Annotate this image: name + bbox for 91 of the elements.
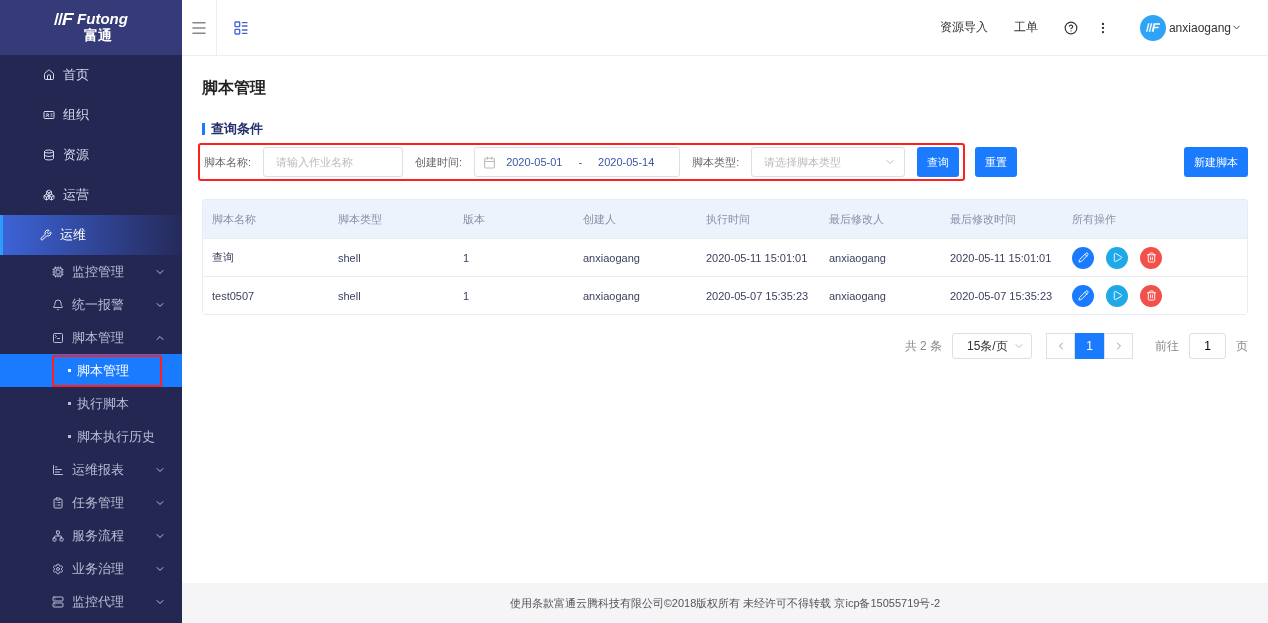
bell-icon <box>52 298 64 311</box>
field-label: 脚本类型: <box>692 154 740 170</box>
sidebar-item[interactable]: 业务治理 <box>0 552 182 585</box>
avatar[interactable] <box>1139 14 1166 41</box>
table-cell-text: 2020-05-07 15:35:23 <box>950 289 1054 302</box>
pencil-icon <box>1077 290 1089 301</box>
column-header: 创建人 <box>583 211 617 227</box>
table-cell-text: shell <box>338 289 362 302</box>
date-range-field[interactable]: 2020-05-01 - 2020-05-14 <box>474 147 681 177</box>
trash-icon <box>1145 290 1157 301</box>
logo-text: Futong <box>77 10 128 27</box>
table-cell-text: anxiaogang <box>583 251 641 264</box>
play-icon <box>1111 252 1123 263</box>
table-cell-text: shell <box>338 251 362 264</box>
play-icon <box>1111 290 1123 301</box>
column-header: 脚本类型 <box>338 211 383 227</box>
database-icon <box>43 149 55 161</box>
table-cell-text: 查询 <box>212 250 235 265</box>
sidebar-item[interactable]: 任务管理 <box>0 486 182 519</box>
settings-icon <box>52 562 64 575</box>
pencil-icon <box>1077 252 1089 263</box>
list-icon[interactable] <box>233 19 249 36</box>
boxes-icon <box>43 189 55 201</box>
sidebar-item[interactable]: 组织 <box>0 95 182 135</box>
sidebar-item[interactable]: 监控代理 <box>0 585 182 618</box>
home-icon <box>43 69 55 81</box>
header-link[interactable]: 资源导入 <box>939 19 988 36</box>
run-button[interactable] <box>1106 284 1128 307</box>
card-icon <box>43 109 55 121</box>
sidebar-item[interactable]: 统一报警 <box>0 288 182 321</box>
sidebar-subitem[interactable]: 执行脚本 <box>0 387 182 420</box>
table-cell-text: 2020-05-07 15:35:23 <box>706 289 810 302</box>
wrench-icon <box>40 229 52 241</box>
page-button[interactable]: 1 <box>1075 333 1104 359</box>
table-cell-text: anxiaogang <box>829 251 887 264</box>
page-title: 脚本管理 <box>202 78 267 98</box>
sidebar-item[interactable]: 运维 <box>0 215 182 255</box>
goto-label: 前往 <box>1155 337 1179 355</box>
column-header: 版本 <box>463 211 486 227</box>
sidebar-subitem[interactable]: 脚本管理 <box>0 354 182 387</box>
calendar-icon <box>483 155 497 169</box>
chart-icon <box>52 463 64 476</box>
delete-button[interactable] <box>1140 246 1162 269</box>
edit-button[interactable] <box>1072 284 1094 307</box>
help-icon[interactable] <box>1063 20 1078 35</box>
run-button[interactable] <box>1106 246 1128 269</box>
page-suffix: 页 <box>1236 337 1248 355</box>
name-input[interactable]: 请输入作业名称 <box>263 147 404 177</box>
query-button[interactable]: 查询 <box>917 147 960 177</box>
table-cell-text: 1 <box>463 251 471 264</box>
column-header: 脚本名称 <box>212 211 257 227</box>
delete-button[interactable] <box>1140 284 1162 307</box>
sidebar-item[interactable]: 资源 <box>0 135 182 175</box>
user-name[interactable]: anxiaogang <box>1168 20 1231 35</box>
sidebar-item[interactable]: 首页 <box>0 55 182 95</box>
header-link[interactable]: 工单 <box>1013 19 1038 36</box>
logo-subtitle: 富通 <box>84 27 112 45</box>
column-header: 所有操作 <box>1072 211 1117 227</box>
chip-icon <box>52 265 64 278</box>
network-icon <box>52 529 64 542</box>
table-cell-text: test0507 <box>212 289 256 302</box>
trash-icon <box>1145 252 1157 263</box>
page-size-select[interactable]: 15条/页 <box>952 333 1032 359</box>
sidebar-item[interactable]: 服务流程 <box>0 519 182 552</box>
table-cell-text: 2020-05-11 15:01:01 <box>950 251 1053 264</box>
table-cell-text: anxiaogang <box>829 289 887 302</box>
new-script-button[interactable]: 新建脚本 <box>1184 147 1248 177</box>
table-cell-text: 2020-05-11 15:01:01 <box>706 251 809 264</box>
terminal-icon <box>52 331 64 344</box>
section-title: 查询条件 <box>202 123 1248 135</box>
edit-button[interactable] <box>1072 246 1094 269</box>
reset-button[interactable]: 重置 <box>975 147 1018 177</box>
server-icon <box>52 595 64 608</box>
sidebar-item[interactable]: 监控管理 <box>0 255 182 288</box>
column-header: 执行时间 <box>706 211 751 227</box>
page-input[interactable]: 1 <box>1189 333 1226 359</box>
column-header: 最后修改时间 <box>950 211 1017 227</box>
field-label: 脚本名称: <box>204 154 252 170</box>
field-label: 创建时间: <box>415 154 463 170</box>
logo-icon <box>1145 23 1160 32</box>
column-header: 最后修改人 <box>829 211 885 227</box>
table-cell-text: anxiaogang <box>583 289 641 302</box>
table-cell-text: 1 <box>463 289 471 302</box>
sidebar-item[interactable]: 运维报表 <box>0 453 182 486</box>
logo-icon <box>54 12 75 25</box>
clipboard-icon <box>52 496 64 509</box>
sidebar-item[interactable]: 运营 <box>0 175 182 215</box>
total-count: 共 2 条 <box>904 337 942 355</box>
sidebar-item[interactable]: 脚本管理 <box>0 321 182 354</box>
footer-text: 使用条款富通云腾科技有限公司©2018版权所有 未经许可不得转载 京icp备15055719号-2 <box>509 595 941 611</box>
sidebar-subitem[interactable]: 脚本执行历史 <box>0 420 182 453</box>
